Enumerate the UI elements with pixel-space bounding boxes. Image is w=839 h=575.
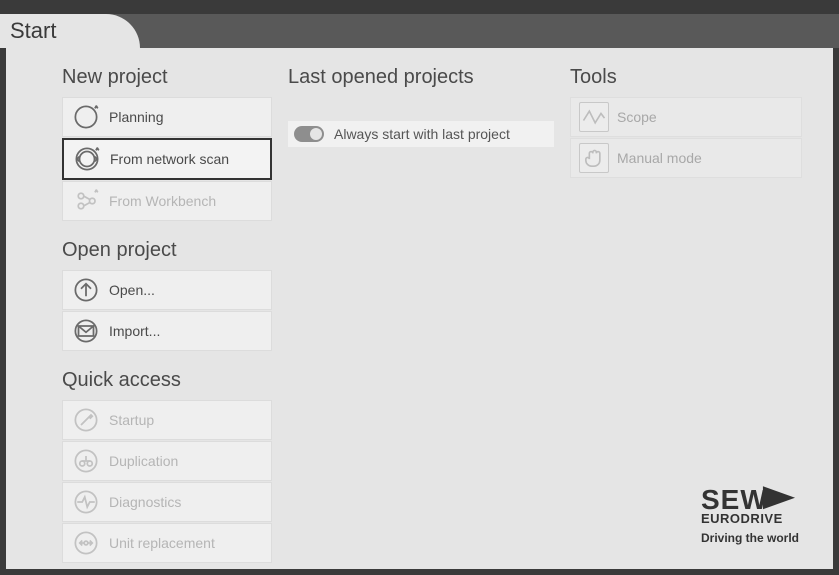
brand-logo: SEW▶ EURODRIVE Driving the world bbox=[701, 487, 799, 545]
tab-start-label: Start bbox=[10, 18, 56, 44]
workbench-icon bbox=[71, 186, 101, 216]
scope-icon bbox=[579, 102, 609, 132]
always-start-last-project-toggle[interactable] bbox=[294, 126, 324, 142]
item-label: Manual mode bbox=[617, 150, 702, 166]
section-title-open-project: Open project bbox=[62, 239, 272, 262]
brand-line2: EURODRIVE bbox=[701, 512, 799, 525]
duplication-icon bbox=[71, 446, 101, 476]
item-label: Startup bbox=[109, 412, 154, 428]
new-project-planning[interactable]: Planning bbox=[62, 97, 272, 137]
manual-mode-icon bbox=[579, 143, 609, 173]
quick-access-startup: Startup bbox=[62, 400, 272, 440]
new-project-workbench: From Workbench bbox=[62, 181, 272, 221]
item-label: Planning bbox=[109, 109, 164, 125]
section-title-new-project: New project bbox=[62, 66, 272, 89]
item-label: Open... bbox=[109, 282, 155, 298]
open-project-import[interactable]: Import... bbox=[62, 311, 272, 351]
tool-scope: Scope bbox=[570, 97, 802, 137]
unit-replacement-icon bbox=[71, 528, 101, 558]
planning-icon bbox=[71, 102, 101, 132]
item-label: From Workbench bbox=[109, 193, 216, 209]
window-top-strip bbox=[0, 0, 839, 14]
section-title-quick-access: Quick access bbox=[62, 369, 272, 392]
toggle-label: Always start with last project bbox=[334, 126, 510, 142]
brand-tagline: Driving the world bbox=[701, 531, 799, 545]
new-project-network-scan[interactable]: From network scan bbox=[62, 138, 272, 180]
diagnostics-icon bbox=[71, 487, 101, 517]
item-label: Duplication bbox=[109, 453, 178, 469]
tab-bar: Start bbox=[0, 14, 839, 48]
quick-access-unit-replacement: Unit replacement bbox=[62, 523, 272, 563]
quick-access-diagnostics: Diagnostics bbox=[62, 482, 272, 522]
section-title-last-opened: Last opened projects bbox=[288, 66, 554, 89]
always-start-last-project-row[interactable]: Always start with last project bbox=[288, 121, 554, 147]
item-label: Import... bbox=[109, 323, 160, 339]
section-title-tools: Tools bbox=[570, 66, 802, 89]
startup-icon bbox=[71, 405, 101, 435]
quick-access-duplication: Duplication bbox=[62, 441, 272, 481]
tab-start[interactable]: Start bbox=[0, 14, 140, 48]
tool-manual-mode: Manual mode bbox=[570, 138, 802, 178]
item-label: Scope bbox=[617, 109, 657, 125]
item-label: From network scan bbox=[110, 151, 229, 167]
start-page: New project Planning From network scan F… bbox=[6, 48, 833, 569]
item-label: Diagnostics bbox=[109, 494, 181, 510]
open-icon bbox=[71, 275, 101, 305]
network-scan-icon bbox=[72, 144, 102, 174]
import-icon bbox=[71, 316, 101, 346]
item-label: Unit replacement bbox=[109, 535, 215, 551]
open-project-open[interactable]: Open... bbox=[62, 270, 272, 310]
